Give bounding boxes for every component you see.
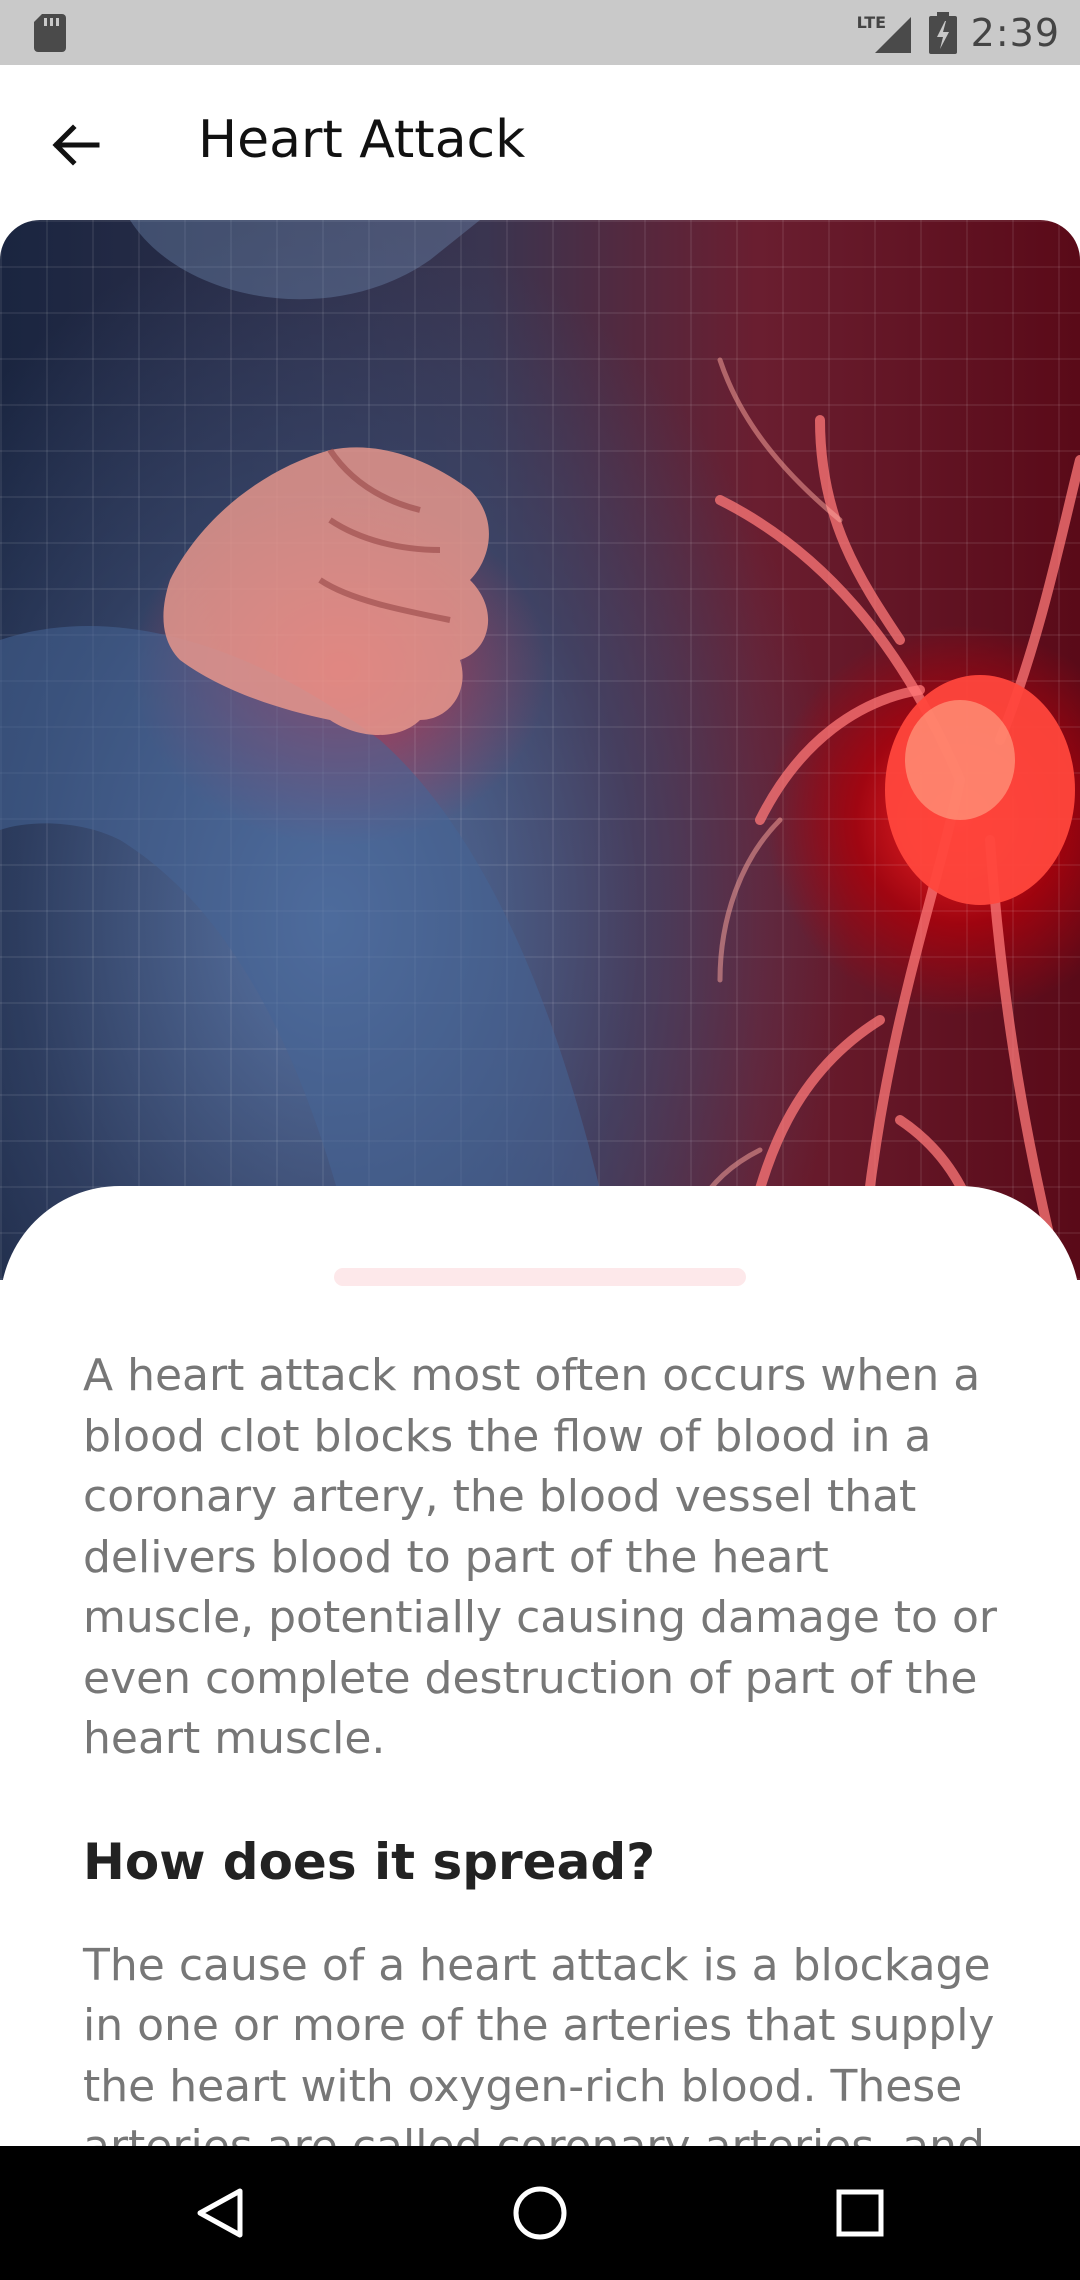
app-bar: Heart Attack [0, 65, 1080, 220]
intro-paragraph: A heart attack most often occurs when a … [83, 1350, 997, 1764]
back-nav-icon [197, 2188, 243, 2238]
status-bar: LTE 2:39 [0, 0, 1080, 65]
hero-image [0, 220, 1080, 1280]
battery-charging-icon [928, 11, 957, 54]
article-sheet[interactable]: A heart attack most often occurs when a … [0, 1186, 1080, 2172]
heart-attack-illustration [0, 220, 1080, 1280]
section-paragraph: The cause of a heart attack is a blockag… [83, 1939, 995, 2173]
article-content: A heart attack most often occurs when a … [83, 1346, 1013, 2178]
lte-signal-icon: LTE [855, 13, 915, 53]
home-nav-icon [513, 2186, 567, 2240]
nav-recents-button[interactable] [820, 2173, 900, 2253]
navigation-bar [0, 2146, 1080, 2280]
section-heading: How does it spread? [83, 1832, 656, 1891]
back-arrow-icon [52, 124, 100, 166]
nav-home-button[interactable] [500, 2173, 580, 2253]
nav-back-button[interactable] [180, 2173, 260, 2253]
back-button[interactable] [36, 105, 116, 185]
drag-handle[interactable] [334, 1268, 746, 1286]
recents-nav-icon [836, 2189, 884, 2237]
clock: 2:39 [970, 10, 1060, 55]
sd-card-icon [34, 14, 66, 52]
page-title: Heart Attack [198, 110, 526, 170]
